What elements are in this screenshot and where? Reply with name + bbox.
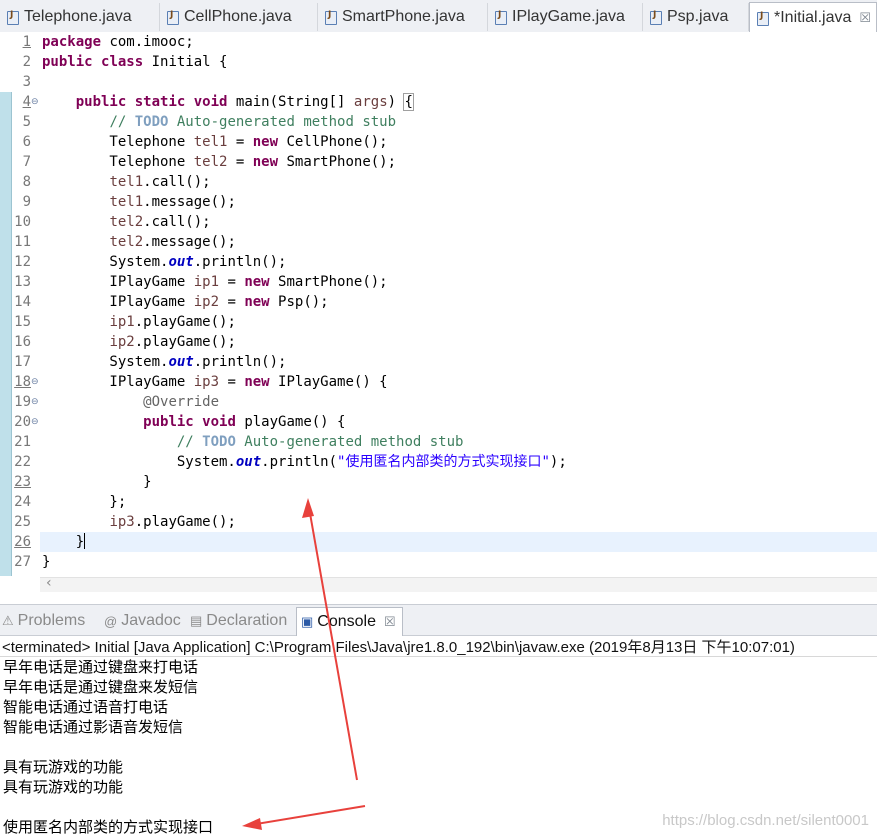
arrowhead-up [302,498,314,518]
annotation-arrows [242,498,366,830]
arrow-to-code [307,501,358,781]
arrow-to-output [249,805,366,826]
arrowhead-left [242,818,262,830]
